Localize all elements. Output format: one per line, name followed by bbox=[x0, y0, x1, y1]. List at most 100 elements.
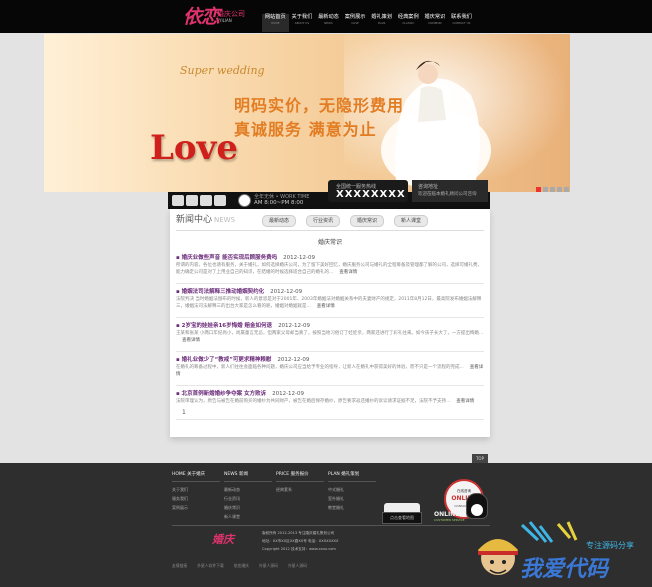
banner-love-text: Love bbox=[150, 128, 238, 168]
footer-col-price: PRICE 服务报价 经典套系 bbox=[276, 471, 324, 494]
hotline-number: XXXXXXXX bbox=[336, 189, 406, 200]
nav-en-label: NEWS bbox=[324, 21, 333, 25]
back-to-top-button[interactable]: TOP bbox=[472, 454, 488, 463]
article-summary: 王某和张某 小两口年纪尚小，尚属童言无忌，但两家父母却当真了，按照当地习俗订了娃… bbox=[176, 330, 484, 344]
online-label: ONLINE bbox=[434, 511, 460, 518]
address-line: 地址：XX市XX区XX路XX号 电话：XXXXXXXX bbox=[262, 539, 339, 543]
friend-link[interactable]: 依恋婚庆 bbox=[234, 563, 249, 569]
footer-col-head: HOME 关于婚庆 bbox=[172, 471, 220, 482]
friend-link[interactable]: 外星人源码 bbox=[288, 563, 307, 569]
nav-item-about[interactable]: 关于我们 ABOUT US bbox=[289, 14, 316, 32]
footer-link[interactable]: 婚庆常识 bbox=[224, 503, 272, 512]
footer-col-head: PLAN 婚礼策划 bbox=[328, 471, 376, 482]
penguin-icon[interactable] bbox=[466, 493, 488, 519]
list-item[interactable]: ▪ 婚礼业做少了“教戒”可更求精神粮慰 2012-12-09 在婚礼的筹备过程中，… bbox=[176, 353, 484, 386]
friend-link-label: 友情链接 bbox=[172, 563, 188, 568]
footer-link[interactable]: 行业资讯 bbox=[224, 494, 272, 503]
section-title: 婚庆常识 bbox=[317, 239, 342, 246]
article-title-text: 婚礼业做少了“教戒”可更求精神粮慰 bbox=[181, 357, 272, 363]
article-title[interactable]: ▪ 婚庆业做些声音 能否实现后顾服务费吗 2012-12-09 bbox=[176, 253, 315, 261]
social-icon-3[interactable] bbox=[200, 195, 212, 206]
friend-link[interactable]: 外星人源码 bbox=[259, 563, 278, 569]
tab-common[interactable]: 婚庆常识 bbox=[350, 215, 385, 227]
banner-dot-2[interactable] bbox=[543, 187, 548, 192]
article-title[interactable]: ▪ 北京首例新婚婚纱争夺案 女方败诉 2012-12-09 bbox=[176, 389, 304, 397]
news-heading: 新闻中心 NEWS bbox=[176, 212, 235, 225]
article-summary-text: 法院审理认为，原告与被告在婚前购买的婚纱为共同财产，被告在婚后保存婚纱，原告要求… bbox=[176, 399, 451, 404]
footer-link[interactable]: 服务我们 bbox=[172, 494, 220, 503]
nav-item-classic[interactable]: 经典案例 CLASSIC bbox=[395, 14, 422, 32]
social-icon-4[interactable] bbox=[214, 195, 226, 206]
friend-links: 友情链接 外星人软件下载 依恋婚庆 外星人源码 外星人源码 bbox=[172, 563, 307, 569]
article-summary: 在婚礼的筹备过程中，新人们往往会面临各种问题，婚庆公司应当给予专业的指导，让新人… bbox=[176, 364, 484, 378]
top-bar: 依恋 婚庆公司 YILIAN 网站首页 HOME 关于我们 ABOUT US 最新动… bbox=[0, 0, 652, 33]
footer-link[interactable]: 关于我们 bbox=[172, 485, 220, 494]
article-summary-text: 在婚礼的筹备过程中，新人们往往会面临各种问题，婚庆公司应当给予专业的指导，让新人… bbox=[176, 365, 464, 370]
nav-en-label: CASE bbox=[351, 21, 359, 25]
footer-link[interactable]: 经典套系 bbox=[276, 485, 324, 494]
banner-dot-3[interactable] bbox=[550, 187, 555, 192]
article-summary-text: 所谓的内容，各位也请有服务，关于婚礼，如何选择婚庆公司，为了留下美好回忆，婚庆服… bbox=[176, 263, 482, 275]
footer-link[interactable]: 最新动态 bbox=[224, 485, 272, 494]
article-date: 2012-12-09 bbox=[277, 357, 310, 363]
tab-latest[interactable]: 最新动态 bbox=[262, 215, 297, 227]
footer-link[interactable]: 室外婚礼 bbox=[328, 494, 376, 503]
article-title[interactable]: ▪ 婚姻法司法解释三推动婚姻契约化 2012-12-09 bbox=[176, 287, 302, 295]
banner-slogan-line2: 真诚服务 满意为止 bbox=[234, 120, 377, 139]
friend-link[interactable]: 外星人软件下载 bbox=[197, 563, 224, 569]
news-title-en: NEWS bbox=[214, 216, 236, 224]
tab-classroom[interactable]: 新人课堂 bbox=[394, 215, 429, 227]
nav-item-contact[interactable]: 联系我们 CONTACT US bbox=[448, 14, 475, 32]
footer-link[interactable]: 新人课堂 bbox=[224, 512, 272, 521]
banner-dot-4[interactable] bbox=[557, 187, 562, 192]
read-more-link[interactable]: 查看详情 bbox=[182, 338, 200, 343]
nav-en-label: HOME bbox=[271, 21, 280, 25]
article-title[interactable]: ▪ 婚礼业做少了“教戒”可更求精神粮慰 2012-12-09 bbox=[176, 355, 309, 363]
read-more-link[interactable]: 查看详情 bbox=[456, 399, 474, 404]
hero-banner[interactable]: Super wedding 明码实价，无隐形费用 真诚服务 满意为止 Love bbox=[44, 34, 570, 192]
nav-item-plan[interactable]: 婚礼策划 PLAN bbox=[368, 14, 395, 32]
banner-dot-1[interactable] bbox=[536, 187, 541, 192]
nav-item-case[interactable]: 案例展示 CASE bbox=[342, 14, 369, 32]
footer-logo: 婚庆 bbox=[212, 533, 234, 546]
article-title-text: 婚姻法司法解释三推动婚姻契约化 bbox=[181, 289, 265, 295]
pagination[interactable]: 1 bbox=[182, 409, 186, 416]
watermark-text: 我爱代码 bbox=[520, 556, 610, 582]
article-list: ▪ 婚庆业做些声音 能否实现后顾服务费吗 2012-12-09 所谓的内容，各位也… bbox=[176, 251, 484, 421]
article-summary: 所谓的内容，各位也请有服务，关于婚礼，如何选择婚庆公司，为了留下美好回忆，婚庆服… bbox=[176, 262, 484, 276]
list-item[interactable]: ▪ 婚庆业做些声音 能否实现后顾服务费吗 2012-12-09 所谓的内容，各位也… bbox=[176, 251, 484, 284]
nav-item-news[interactable]: 最新动态 NEWS bbox=[315, 14, 342, 32]
main-nav: 网站首页 HOME 关于我们 ABOUT US 最新动态 NEWS 案例展示 CASE … bbox=[262, 14, 475, 32]
social-icon-2[interactable] bbox=[186, 195, 198, 206]
banner-script-text: Super wedding bbox=[180, 64, 265, 77]
read-more-link[interactable]: 查看详情 bbox=[317, 304, 335, 309]
banner-dot-5[interactable] bbox=[564, 187, 569, 192]
watermark-sub: 专注源码分享 bbox=[586, 540, 634, 550]
site-logo[interactable]: 依恋 婚庆公司 YILIAN bbox=[181, 4, 247, 28]
watermark-logo: 我爱代码 专注源码分享 bbox=[478, 521, 634, 582]
list-item[interactable]: ▪ 北京首例新婚婚纱争夺案 女方败诉 2012-12-09 法院审理认为，原告与被… bbox=[176, 387, 484, 420]
consult-label: 咨询地址 bbox=[418, 184, 439, 190]
footer-link[interactable]: 中式婚礼 bbox=[328, 485, 376, 494]
article-date: 2012-12-09 bbox=[278, 323, 311, 329]
footer-col-news: NEWS 新闻 最新动态 行业资讯 婚庆常识 新人课堂 bbox=[224, 471, 272, 521]
consult-box: 咨询地址 欢迎莅临本婚礼顾问公司咨询 bbox=[412, 180, 488, 202]
view-map-button[interactable]: 点击查看地图 bbox=[382, 512, 422, 524]
social-icon-1[interactable] bbox=[172, 195, 184, 206]
footer-link[interactable]: 案例展示 bbox=[172, 503, 220, 512]
nav-item-common[interactable]: 婚庆常识 COMMON bbox=[422, 14, 449, 32]
footer-link[interactable]: 教堂婚礼 bbox=[328, 503, 376, 512]
copyright-line: 版权所有 2012-2013 专注婚庆婚礼策划公司 bbox=[262, 531, 335, 535]
read-more-link[interactable]: 查看详情 bbox=[339, 270, 357, 275]
clock-icon bbox=[238, 194, 251, 207]
list-item[interactable]: ▪ 2岁宝的娃娃亲16岁悔婚 赔金如何退 2012-12-09 王某和张某 小两口… bbox=[176, 319, 484, 352]
article-title[interactable]: ▪ 2岁宝的娃娃亲16岁悔婚 赔金如何退 2012-12-09 bbox=[176, 321, 310, 329]
divider bbox=[176, 230, 484, 231]
banner-pager bbox=[536, 187, 569, 192]
copyright-line-2: Copyright 2012 技术支持：www.xxxx.com bbox=[262, 547, 336, 551]
hotline-box: 全国统一服务热线 XXXXXXXX bbox=[328, 180, 408, 202]
nav-item-home[interactable]: 网站首页 HOME bbox=[262, 14, 289, 32]
list-item[interactable]: ▪ 婚姻法司法解释三推动婚姻契约化 2012-12-09 法院判决 当时婚姻法颁布… bbox=[176, 285, 484, 318]
tab-industry[interactable]: 行业资讯 bbox=[306, 215, 341, 227]
online-sub: CUSTOMER SERVICE bbox=[434, 518, 465, 522]
